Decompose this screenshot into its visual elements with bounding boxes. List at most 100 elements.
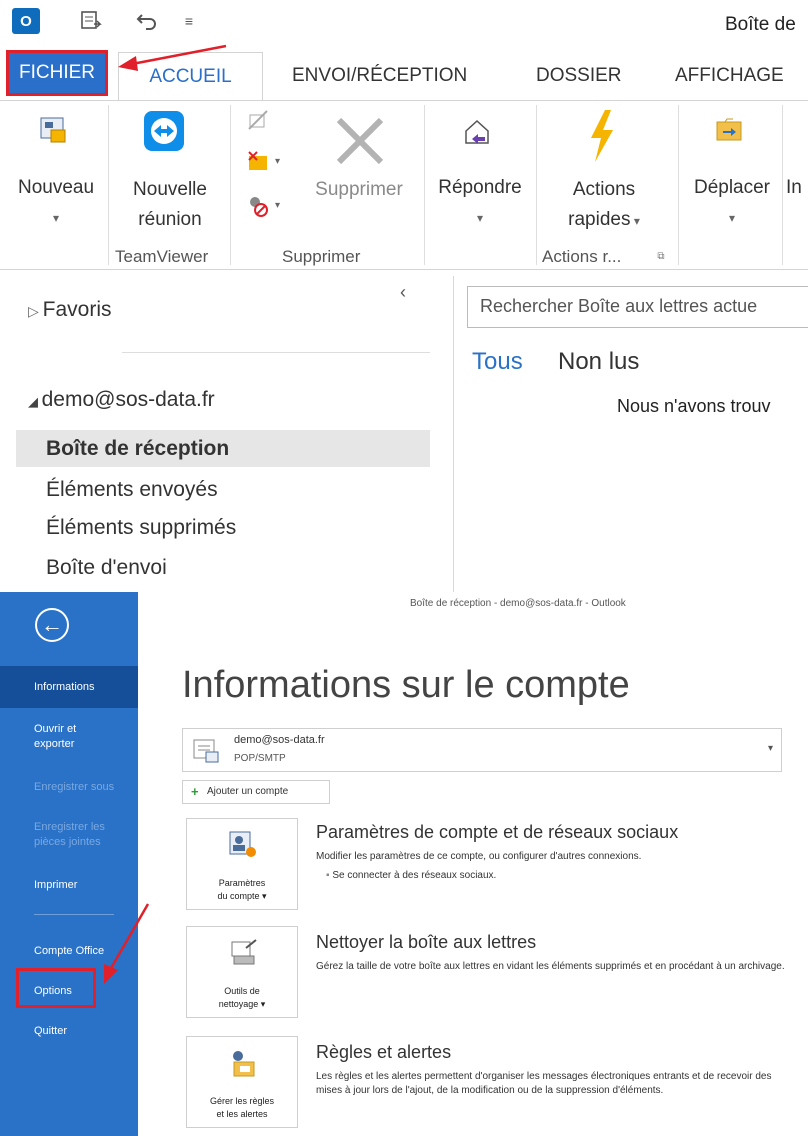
filter-all[interactable]: Tous [472, 348, 523, 376]
folder-deleted[interactable]: Éléments supprimés [46, 516, 236, 540]
manage-rules-button[interactable]: Gérer les règles et les alertes [186, 1036, 298, 1128]
new-item-icon [38, 115, 70, 147]
tab-fichier[interactable]: FICHIER [6, 50, 108, 96]
favorites-label: Favoris [42, 298, 112, 321]
svg-text:▾: ▾ [275, 156, 280, 167]
tab-envoi-reception[interactable]: ENVOI/RÉCEPTION [292, 58, 467, 94]
chevron-down-icon: ▾ [476, 211, 484, 225]
tab-accueil[interactable]: ACCUEIL [118, 52, 263, 100]
window-title: Boîte de [725, 14, 796, 35]
reply-icon [460, 115, 494, 149]
nav-print[interactable]: Imprimer [0, 878, 138, 893]
nav-open-export[interactable]: Ouvrir et exporter [0, 722, 138, 752]
junk-icon[interactable]: ▾ [246, 193, 286, 219]
add-account-button[interactable]: + Ajouter un compte [182, 780, 330, 804]
outlook-app-icon: O [12, 8, 40, 34]
outlook-backstage: ← Informations Ouvrir et exporter Enregi… [0, 592, 808, 1136]
account-settings-icon [227, 829, 259, 861]
search-input[interactable]: Rechercher Boîte aux lettres actue [467, 286, 808, 328]
account-settings-button[interactable]: Paramètres du compte ▾ [186, 818, 298, 910]
chevron-down-icon: ▾ [728, 211, 736, 225]
nav-separator [34, 914, 114, 915]
quick-steps-icon [584, 107, 620, 165]
nav-save-attachments-label-2: pièces jointes [34, 836, 101, 848]
social-networks-label: Se connecter à des réseaux sociaux. [332, 870, 497, 881]
account-icon [191, 735, 221, 765]
partial-button[interactable]: In [786, 173, 808, 203]
reply-button[interactable]: Répondre ▾ [428, 173, 532, 233]
account-selector[interactable]: demo@sos-data.fr POP/SMTP ▾ [182, 728, 782, 772]
ribbon-separator [782, 105, 783, 265]
plus-icon: + [191, 784, 199, 799]
backstage-sidebar: ← Informations Ouvrir et exporter Enregi… [0, 592, 138, 1136]
nav-save-attachments-label-1: Enregistrer les [34, 821, 105, 833]
chevron-down-icon: ▾ [630, 214, 640, 228]
ribbon-separator [108, 105, 109, 265]
page-title: Informations sur le compte [182, 664, 630, 706]
ribbon-separator [536, 105, 537, 265]
back-arrow-icon[interactable]: ← [35, 608, 69, 642]
nav-open-export-label-1: Ouvrir et [34, 723, 77, 735]
nav-save-as[interactable]: Enregistrer sous [0, 780, 138, 795]
cleanup-tools-label-2: nettoyage ▾ [218, 999, 266, 1009]
group-label-actions: Actions r... [542, 247, 622, 266]
delete-button[interactable]: Supprimer [300, 175, 418, 205]
quick-steps-button[interactable]: Actions rapides ▾ [544, 175, 664, 236]
section-title-rules: Règles et alertes [316, 1042, 452, 1062]
outlook-main-window: O ≡ Boîte de FICHIER ACCUEIL ENVOI/RÉCEP… [0, 0, 808, 592]
account-label: demo@sos-data.fr [41, 388, 215, 411]
chevron-down-icon[interactable]: ▾ [768, 743, 773, 754]
send-receive-icon[interactable] [78, 8, 104, 34]
new-meeting-label-2: réunion [138, 209, 202, 230]
new-meeting-label-1: Nouvelle [133, 179, 207, 200]
rules-alerts-icon [227, 1047, 259, 1079]
nav-informations[interactable]: Informations [0, 666, 138, 708]
account-header[interactable]: ◢ demo@sos-data.fr [28, 388, 215, 412]
favorites-header[interactable]: ▷ Favoris [28, 298, 112, 322]
svg-text:▾: ▾ [275, 200, 280, 211]
account-type: POP/SMTP [234, 753, 286, 764]
chevron-down-icon: ▾ [52, 211, 60, 225]
qat-customize-icon[interactable]: ≡ [176, 8, 202, 34]
new-meeting-button[interactable]: Nouvelle réunion [116, 175, 224, 235]
section-desc-account-settings: Modifier les paramètres de ce compte, ou… [316, 851, 642, 862]
nav-quit[interactable]: Quitter [0, 1024, 138, 1039]
divider [122, 352, 430, 353]
move-icon [712, 113, 744, 145]
account-email: demo@sos-data.fr [234, 734, 325, 746]
move-button[interactable]: Déplacer ▾ [684, 173, 780, 233]
filter-unread[interactable]: Non lus [558, 348, 639, 376]
cleanup-icon[interactable]: ▾ [246, 149, 286, 175]
tab-dossier[interactable]: DOSSIER [536, 58, 622, 94]
section-title-account-settings: Paramètres de compte et de réseaux socia… [316, 822, 679, 842]
ribbon-separator [424, 105, 425, 265]
cleanup-tools-label-1: Outils de [224, 986, 260, 996]
cleanup-tools-button[interactable]: Outils de nettoyage ▾ [186, 926, 298, 1018]
new-button[interactable]: Nouveau ▾ [8, 173, 104, 233]
ribbon-separator [230, 105, 231, 265]
manage-rules-label-1: Gérer les règles [209, 1096, 275, 1106]
undo-icon[interactable] [134, 8, 160, 34]
account-settings-label-2: du compte ▾ [217, 891, 267, 901]
triangle-right-icon: ▷ [28, 303, 43, 319]
pane-separator [453, 276, 454, 592]
group-label-teamviewer: TeamViewer [115, 247, 209, 266]
nav-save-attachments[interactable]: Enregistrer les pièces jointes [0, 820, 138, 850]
ignore-icon[interactable] [246, 107, 270, 133]
quick-steps-label-1: Actions [572, 179, 636, 200]
group-label-supprimer: Supprimer [282, 247, 361, 266]
social-networks-link[interactable]: ▪ Se connecter à des réseaux sociaux. [326, 870, 496, 881]
collapse-pane-icon[interactable]: ‹ [400, 282, 406, 303]
folder-outbox[interactable]: Boîte d'envoi [46, 556, 167, 580]
move-label: Déplacer [693, 177, 771, 198]
manage-rules-label-2: et les alertes [216, 1109, 268, 1119]
folder-sent[interactable]: Éléments envoyés [46, 478, 218, 502]
add-account-label: Ajouter un compte [207, 786, 289, 797]
tab-affichage[interactable]: AFFICHAGE [675, 58, 784, 94]
ribbon: Nouveau ▾ Nouvelle réunion TeamViewer ▾ … [0, 100, 808, 270]
folder-inbox[interactable]: Boîte de réception [16, 430, 430, 467]
reply-label: Répondre [438, 177, 522, 198]
dialog-launcher-icon[interactable]: ⧉ [654, 249, 668, 263]
nav-office-account[interactable]: Compte Office [0, 944, 138, 959]
new-button-label: Nouveau [17, 177, 95, 198]
